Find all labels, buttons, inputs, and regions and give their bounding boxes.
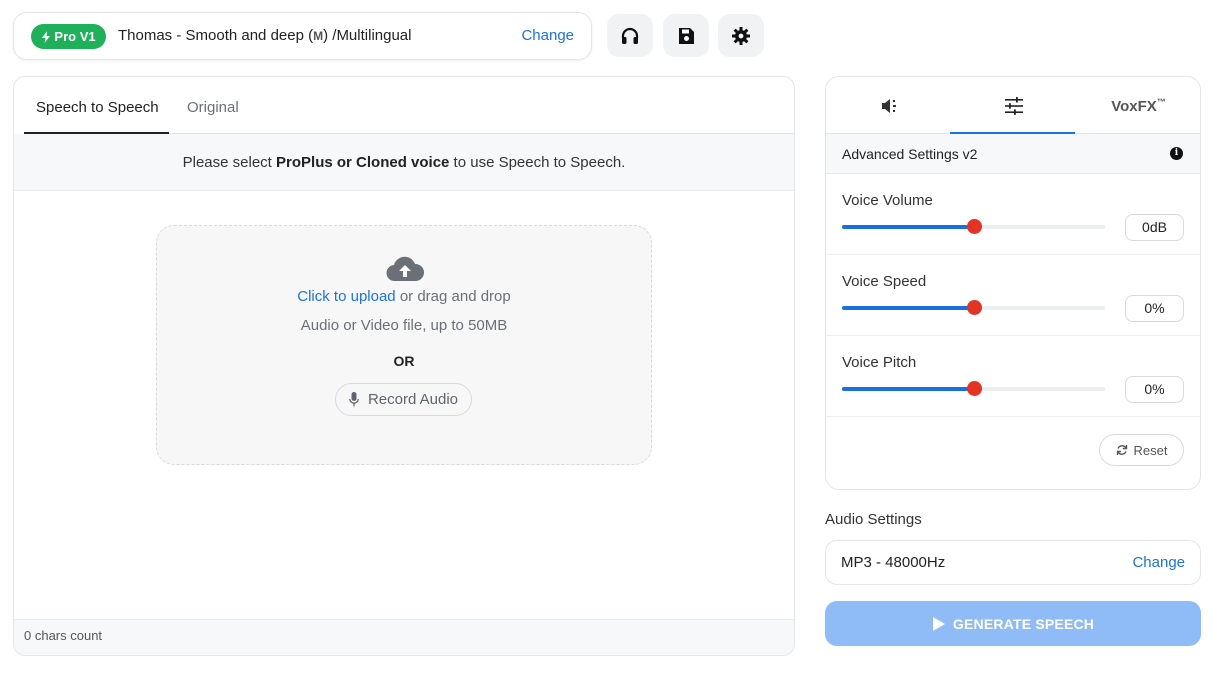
change-voice-link[interactable]: Change bbox=[521, 27, 574, 44]
pro-badge-label: Pro V1 bbox=[54, 29, 96, 44]
slider-track[interactable] bbox=[842, 381, 1105, 396]
tab-speech-to-speech[interactable]: Speech to Speech bbox=[36, 99, 159, 116]
audio-settings-label: Audio Settings bbox=[825, 511, 922, 528]
voice-name-text: Thomas - Smooth and deep ( bbox=[118, 27, 314, 44]
upload-rest-text: or drag and drop bbox=[395, 288, 511, 305]
slider-fill bbox=[842, 225, 974, 229]
voice-name-suffix: ) /Multilingual bbox=[323, 27, 412, 44]
notice-bold: ProPlus or Cloned voice bbox=[276, 154, 450, 171]
audio-settings-box: MP3 - 48000Hz Change bbox=[825, 540, 1201, 585]
tab-voice-preview[interactable] bbox=[826, 77, 951, 134]
upload-instructions: Click to upload or drag and drop bbox=[157, 288, 651, 305]
voxfx-label: VoxFX™ bbox=[1111, 97, 1166, 115]
upload-dropzone[interactable]: Click to upload or drag and drop Audio o… bbox=[156, 225, 652, 465]
notice-prefix: Please select bbox=[182, 154, 277, 171]
refresh-icon bbox=[1116, 445, 1127, 455]
play-icon bbox=[932, 616, 945, 631]
slider-thumb[interactable] bbox=[966, 381, 982, 396]
settings-tabs: VoxFX™ bbox=[826, 77, 1200, 134]
save-button[interactable] bbox=[663, 14, 709, 57]
info-icon[interactable]: i bbox=[1170, 147, 1183, 160]
slider-label: Voice Volume bbox=[842, 192, 933, 209]
voice-name: Thomas - Smooth and deep (M) /Multilingu… bbox=[118, 27, 411, 44]
slider-label: Voice Speed bbox=[842, 273, 927, 290]
slider-value[interactable]: 0dB bbox=[1125, 214, 1184, 241]
settings-button[interactable] bbox=[718, 14, 764, 57]
preview-button[interactable] bbox=[607, 14, 653, 57]
advanced-settings-header: Advanced Settings v2 i bbox=[826, 134, 1200, 174]
file-hint: Audio or Video file, up to 50MB bbox=[300, 317, 508, 334]
tab-original[interactable]: Original bbox=[187, 99, 239, 116]
audio-format-value: MP3 - 48000Hz bbox=[841, 554, 946, 571]
reset-label: Reset bbox=[1133, 442, 1168, 458]
slider-thumb[interactable] bbox=[966, 300, 982, 315]
click-to-upload-link[interactable]: Click to upload bbox=[297, 288, 395, 305]
microphone-icon bbox=[349, 392, 359, 407]
slider-fill bbox=[842, 306, 974, 310]
bolt-icon bbox=[42, 30, 51, 43]
generate-speech-label: GENERATE SPEECH bbox=[952, 615, 1095, 632]
cloud-upload-icon bbox=[386, 256, 424, 282]
voice-selector[interactable]: Pro V1 Thomas - Smooth and deep (M) /Mul… bbox=[13, 12, 592, 60]
slider-voice-pitch: Voice Pitch 0% bbox=[826, 336, 1200, 417]
change-audio-link[interactable]: Change bbox=[1132, 554, 1185, 571]
speech-tabs: Speech to Speech Original bbox=[24, 77, 794, 134]
slider-fill bbox=[842, 387, 974, 391]
advanced-settings-title: Advanced Settings v2 bbox=[842, 146, 978, 162]
reset-button[interactable]: Reset bbox=[1099, 434, 1184, 466]
slider-voice-volume: Voice Volume 0dB bbox=[826, 174, 1200, 255]
speech-panel: Speech to Speech Original Please select … bbox=[13, 76, 795, 656]
record-audio-button[interactable]: Record Audio bbox=[335, 383, 472, 416]
tab-advanced-settings[interactable] bbox=[951, 77, 1076, 134]
save-icon bbox=[679, 27, 694, 44]
tab-voxfx[interactable]: VoxFX™ bbox=[1076, 77, 1200, 134]
headphones-icon bbox=[621, 27, 639, 44]
settings-panel: VoxFX™ Advanced Settings v2 i Voice Volu… bbox=[825, 76, 1201, 490]
notice-suffix: to use Speech to Speech. bbox=[449, 154, 626, 171]
voice-gender-tag: M bbox=[313, 29, 324, 43]
generate-speech-button[interactable]: GENERATE SPEECH bbox=[825, 601, 1201, 646]
slider-value[interactable]: 0% bbox=[1125, 376, 1184, 403]
gear-icon bbox=[732, 26, 750, 45]
voice-notice: Please select ProPlus or Cloned voice to… bbox=[14, 134, 794, 191]
or-divider: OR bbox=[393, 353, 415, 369]
voxfx-text: VoxFX bbox=[1111, 97, 1157, 115]
slider-thumb[interactable] bbox=[966, 219, 982, 234]
slider-track[interactable] bbox=[842, 300, 1105, 315]
speaker-icon bbox=[881, 98, 896, 113]
voxfx-trademark: ™ bbox=[1156, 96, 1166, 107]
record-audio-label: Record Audio bbox=[367, 391, 459, 408]
slider-voice-speed: Voice Speed 0% bbox=[826, 255, 1200, 336]
slider-value[interactable]: 0% bbox=[1125, 295, 1184, 322]
slider-track[interactable] bbox=[842, 219, 1105, 234]
chars-count: 0 chars count bbox=[14, 619, 794, 655]
slider-label: Voice Pitch bbox=[842, 354, 917, 371]
sliders-icon bbox=[1004, 96, 1023, 115]
pro-badge: Pro V1 bbox=[31, 24, 106, 49]
